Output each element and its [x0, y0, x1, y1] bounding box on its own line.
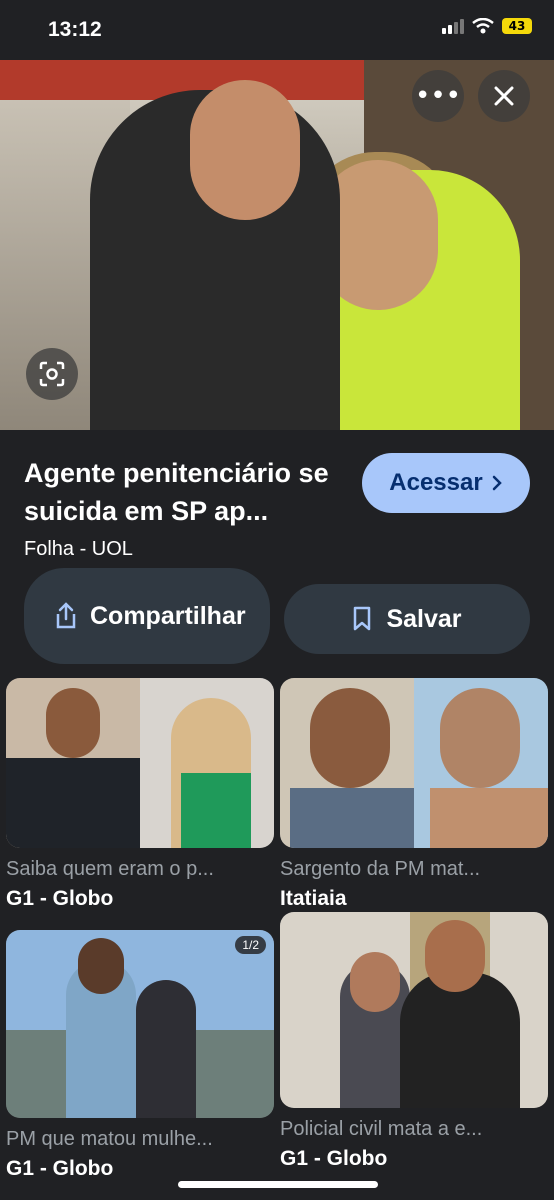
- status-icons: 43: [442, 18, 532, 34]
- share-button[interactable]: Compartilhar: [24, 568, 270, 664]
- status-bar: 13:12 43: [0, 0, 554, 60]
- related-title: Saiba quem eram o p...: [6, 858, 214, 880]
- bookmark-icon: [354, 606, 371, 631]
- lens-button[interactable]: [26, 348, 78, 400]
- share-label: Compartilhar: [90, 602, 246, 630]
- share-icon: [56, 602, 76, 629]
- result-source: Folha - UOL: [24, 538, 133, 560]
- visit-button[interactable]: Acessar: [362, 453, 530, 513]
- related-title: PM que matou mulhe...: [6, 1128, 213, 1150]
- signal-icon: [442, 18, 464, 34]
- status-time: 13:12: [48, 18, 102, 41]
- more-options-button[interactable]: •••: [412, 70, 464, 122]
- related-source: Itatiaia: [280, 887, 347, 910]
- related-thumbnail[interactable]: [280, 678, 548, 848]
- close-icon: [494, 86, 514, 106]
- related-card[interactable]: 1/2 PM que matou mulhe... G1 - Globo: [6, 930, 274, 1181]
- close-button[interactable]: [478, 70, 530, 122]
- related-title: Sargento da PM mat...: [280, 858, 481, 880]
- battery-icon: 43: [502, 18, 532, 34]
- more-horizontal-icon: •••: [414, 81, 461, 111]
- related-thumbnail[interactable]: [6, 678, 274, 848]
- related-card[interactable]: Policial civil mata a e... G1 - Globo: [280, 912, 548, 1171]
- related-source: G1 - Globo: [280, 1147, 388, 1170]
- home-indicator: [178, 1181, 378, 1188]
- visit-label: Acessar: [389, 469, 483, 496]
- lens-icon: [39, 361, 65, 387]
- save-label: Salvar: [386, 604, 462, 633]
- related-card[interactable]: Sargento da PM mat... Itatiaia: [280, 678, 548, 911]
- wifi-icon: [472, 18, 494, 34]
- related-card[interactable]: Saiba quem eram o p... G1 - Globo: [6, 678, 274, 911]
- related-source: G1 - Globo: [6, 887, 114, 910]
- image-count-badge: 1/2: [235, 936, 266, 954]
- related-thumbnail[interactable]: [280, 912, 548, 1108]
- hero-image[interactable]: •••: [0, 60, 554, 430]
- related-thumbnail[interactable]: 1/2: [6, 930, 274, 1118]
- related-title: Policial civil mata a e...: [280, 1118, 483, 1140]
- result-title[interactable]: Agente penitenciário se suicida em SP ap…: [24, 454, 354, 530]
- chevron-right-icon: [492, 475, 502, 491]
- save-button[interactable]: Salvar: [284, 584, 530, 654]
- related-source: G1 - Globo: [6, 1157, 114, 1180]
